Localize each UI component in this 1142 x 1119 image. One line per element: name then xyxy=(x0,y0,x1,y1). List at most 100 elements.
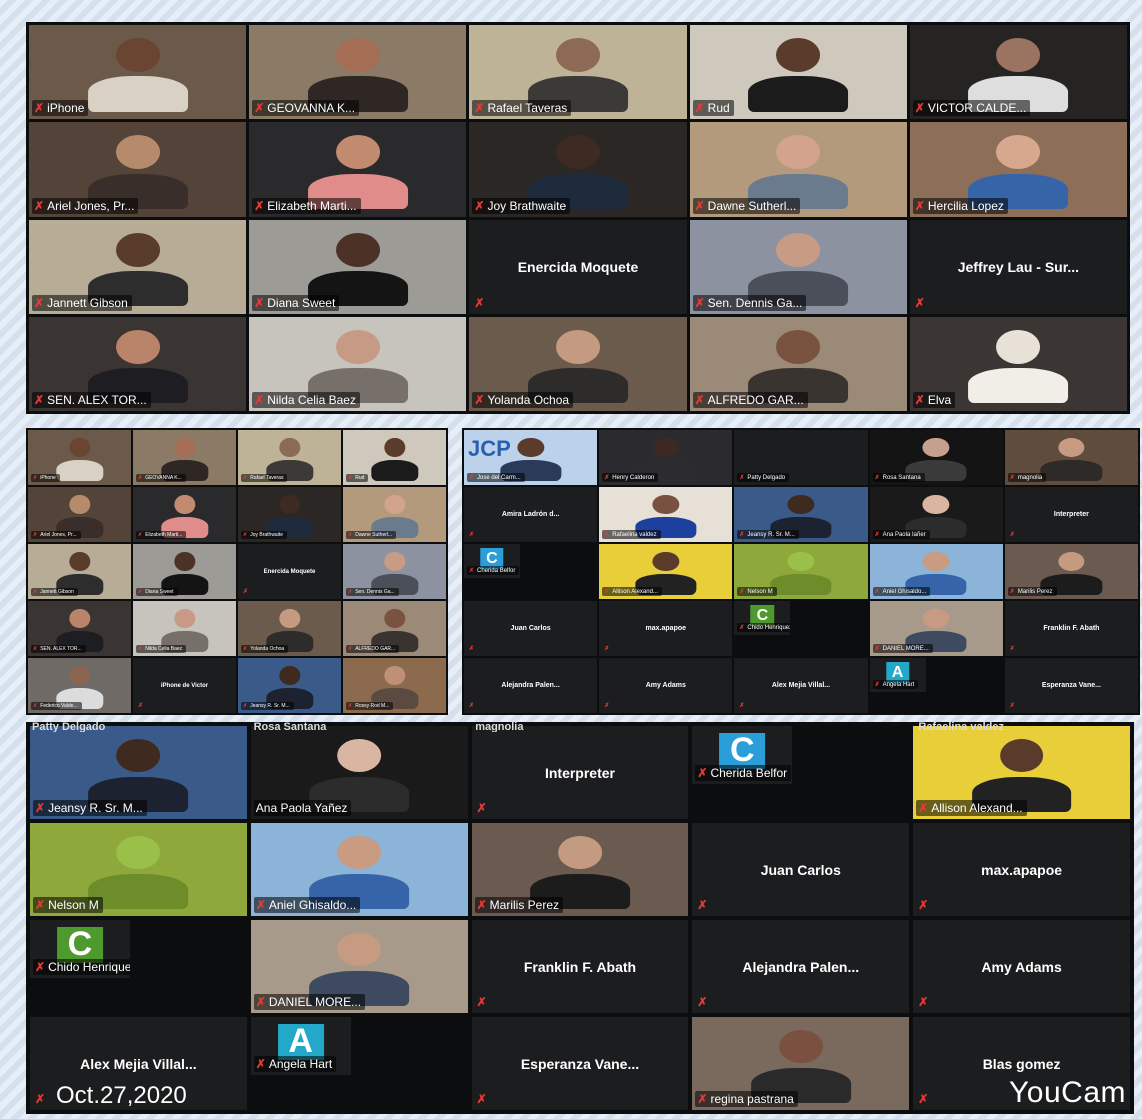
participant-tile-joy-brathwaite[interactable]: ✗ Joy Brathwaite xyxy=(469,122,687,217)
participant-tile-magnolia[interactable]: ✗ magnolia xyxy=(1004,430,1138,485)
avatar-letter: C xyxy=(719,731,766,769)
participant-tile-amira-ladr-n-d[interactable]: Amira Ladrón d... ✗ xyxy=(464,487,598,542)
participant-tile-sen-alex-tor[interactable]: ✗ SEN. ALEX TOR... xyxy=(28,601,131,656)
participant-tile-patty-delgado[interactable]: ✗ Patty Delgado xyxy=(734,430,868,485)
participant-tile-dawne-sutherl[interactable]: ✗ Dawne Sutherl... xyxy=(343,487,446,542)
participant-tile-diana-sweet[interactable]: ✗ Diana Sweet xyxy=(133,544,236,599)
participant-tile-enercida-moquete[interactable]: Enercida Moquete ✗ xyxy=(469,219,687,314)
participant-tile-iphone[interactable]: ✗ iPhone xyxy=(28,430,131,485)
participant-tile-chido-henriquez[interactable]: C ✗ Chido Henriquez xyxy=(30,920,130,978)
participant-tile-sen-alex-tor[interactable]: ✗ SEN. ALEX TOR... xyxy=(29,316,247,411)
participant-tile-iphone-de-victor[interactable]: iPhone de Victor ✗ xyxy=(133,658,236,713)
participant-tile-iphone[interactable]: ✗ iPhone xyxy=(29,25,247,120)
participant-name: Yolanda Ochoa xyxy=(250,646,285,652)
participant-tile-joy-brathwaite[interactable]: ✗ Joy Brathwaite xyxy=(238,487,341,542)
participant-tile-chido-henriquez[interactable]: C ✗ Chido Henriquez xyxy=(734,601,791,636)
participant-tile-henry-calderon[interactable]: ✗ Henry Calderon xyxy=(599,430,733,485)
participant-tile-cherida-belfor[interactable]: C ✗ Cherida Belfor xyxy=(464,544,520,579)
participant-tile-nilda-celia-baez[interactable]: ✗ Nilda Celia Baez xyxy=(249,316,467,411)
participant-name-label: ✗ SEN. ALEX TOR... xyxy=(31,645,86,653)
participant-tile-geovanna-k[interactable]: ✗ GEOVANNA K... xyxy=(249,25,467,120)
participant-name: Marilis Perez xyxy=(489,898,560,912)
participant-tile-aniel-ghisaldo[interactable]: ✗ Aniel Ghisaldo... xyxy=(869,544,1003,599)
participant-tile-aniel-ghisaldo[interactable]: ✗ Aniel Ghisaldo... xyxy=(250,823,468,916)
participant-tile-elva[interactable]: ✗ Elva xyxy=(909,316,1127,411)
participant-tile-jeansy-r-sr-m[interactable]: ✗ Jeansy R. Sr. M... xyxy=(734,487,868,542)
participant-tile-esperanza-vane[interactable]: Esperanza Vane... ✗ xyxy=(471,1017,689,1110)
participant-tile-yolanda-ochoa[interactable]: ✗ Yolanda Ochoa xyxy=(238,601,341,656)
participant-tile-hercilia-lopez[interactable]: ✗ Hercilia Lopez xyxy=(909,122,1127,217)
participant-name: Rafael Taveras xyxy=(250,475,284,481)
participant-tile-sen-dennis-ga[interactable]: ✗ Sen. Dennis Ga... xyxy=(689,219,907,314)
participant-tile-nelson-m[interactable]: ✗ Nelson M xyxy=(30,823,247,916)
participant-tile-yolanda-ochoa[interactable]: ✗ Yolanda Ochoa xyxy=(469,316,687,411)
participant-name-label: ✗ iPhone xyxy=(31,474,60,482)
participant-tile-dawne-sutherl[interactable]: ✗ Dawne Sutherl... xyxy=(689,122,907,217)
participant-tile-angela-hart[interactable]: A ✗ Angela Hart xyxy=(250,1017,351,1075)
participant-tile-rafael-taveras[interactable]: ✗ Rafael Taveras xyxy=(469,25,687,120)
participant-tile-alfredo-gar[interactable]: ✗ ALFREDO GAR... xyxy=(343,601,446,656)
participant-tile-juan-carlos[interactable]: Juan Carlos ✗ xyxy=(464,601,598,656)
participant-tile-victor-calde[interactable]: ✗ VICTOR CALDE... xyxy=(909,25,1127,120)
participant-tile-allison-alexand[interactable]: ✗ Allison Alexand... xyxy=(913,726,1130,819)
participant-tile-jose-del-carm[interactable]: JCP ✗ Jose del Carm... xyxy=(464,430,598,485)
participant-tile-jannett-gibson[interactable]: ✗ Jannett Gibson xyxy=(28,544,131,599)
participant-name-label: ✗ Cherida Belfor xyxy=(467,566,520,576)
participant-tile-ana-paola-ia-er[interactable]: ✗ Ana Paola Iañer xyxy=(869,487,1003,542)
participant-tile-cherida-belfor[interactable]: C ✗ Cherida Belfor xyxy=(692,726,793,784)
participant-tile-rud[interactable]: ✗ Rud xyxy=(689,25,907,120)
participant-tile-geovanna-k[interactable]: ✗ GEOVANNA K... xyxy=(133,430,236,485)
muted-mic-icon: ✗ xyxy=(34,198,45,213)
participant-tile-rafaelina-valdez[interactable]: ✗ Rafaelina valdez xyxy=(599,487,733,542)
participant-tile-regina-pastrana[interactable]: ✗ regina pastrana xyxy=(692,1017,910,1110)
participant-tile-nelson-m[interactable]: ✗ Nelson M xyxy=(734,544,868,599)
muted-mic-icon: ✗ xyxy=(243,646,248,652)
participant-tile-federico-valde[interactable]: ✗ Federico Valde... xyxy=(28,658,131,713)
participant-tile-jannett-gibson[interactable]: ✗ Jannett Gibson xyxy=(29,219,247,314)
participant-tile-marilis-perez[interactable]: ✗ Marilis Perez xyxy=(1004,544,1138,599)
participant-tile-nilda-celia-baez[interactable]: ✗ Nilda Celia Baez xyxy=(133,601,236,656)
top-label: Rafaelina valdez xyxy=(918,722,1004,732)
participant-tile-franklin-f-abath[interactable]: Franklin F. Abath ✗ xyxy=(1004,601,1138,656)
participant-name: GEOVANNA K... xyxy=(267,101,356,116)
participant-tile-rafael-taveras[interactable]: ✗ Rafael Taveras xyxy=(238,430,341,485)
participant-tile-amy-adams[interactable]: Amy Adams ✗ xyxy=(599,658,733,713)
participant-tile-rosa-santana[interactable]: ✗ Rosa Santana xyxy=(869,430,1003,485)
participant-tile-daniel-more[interactable]: ✗ DANIEL MORE... xyxy=(869,601,1003,656)
participant-tile-interpreter[interactable]: Interpreter ✗ xyxy=(1004,487,1138,542)
muted-mic-icon: ✗ xyxy=(138,532,143,538)
participant-tile-allison-alexand[interactable]: ✗ Allison Alexand... xyxy=(599,544,733,599)
muted-mic-icon: ✗ xyxy=(243,703,248,709)
senado-logo: JCP xyxy=(468,435,511,461)
participant-tile-diana-sweet[interactable]: ✗ Diana Sweet xyxy=(249,219,467,314)
participant-tile-ariel-jones-pr[interactable]: ✗ Ariel Jones, Pr... xyxy=(28,487,131,542)
participant-tile-jeffrey-lau-sur[interactable]: Jeffrey Lau - Sur... ✗ xyxy=(909,219,1127,314)
participant-tile-max-apapoe[interactable]: max.apapoe ✗ xyxy=(913,823,1130,916)
participant-tile-angela-hart[interactable]: A ✗ Angela Hart xyxy=(869,658,926,693)
participant-tile-juan-carlos[interactable]: Juan Carlos ✗ xyxy=(692,823,910,916)
participant-tile-ana-paola-ya-ez[interactable]: Ana Paola Yañez xyxy=(250,726,468,819)
participant-tile-amy-adams[interactable]: Amy Adams ✗ xyxy=(913,920,1130,1013)
participant-tile-jeansy-r-sr-m[interactable]: ✗ Jeansy R. Sr. M... xyxy=(30,726,247,819)
participant-tile-max-apapoe[interactable]: max.apapoe ✗ xyxy=(599,601,733,656)
participant-tile-jeansy-r-sr-m[interactable]: ✗ Jeansy R. Sr. M... xyxy=(238,658,341,713)
participant-tile-franklin-f-abath[interactable]: Franklin F. Abath ✗ xyxy=(471,920,689,1013)
participant-tile-interpreter[interactable]: Interpreter ✗ xyxy=(471,726,689,819)
participant-name-label: ✗ Nilda Celia Baez xyxy=(252,392,360,408)
participant-tile-esperanza-vane[interactable]: Esperanza Vane... ✗ xyxy=(1004,658,1138,713)
participant-tile-marilis-perez[interactable]: ✗ Marilis Perez xyxy=(471,823,689,916)
participant-tile-elizabeth-marti[interactable]: ✗ Elizabeth Marti... xyxy=(249,122,467,217)
participant-tile-rossy-rod-m[interactable]: ✗ Rossy Rod M... xyxy=(343,658,446,713)
participant-tile-alejandra-palen[interactable]: Alejandra Palen... ✗ xyxy=(692,920,910,1013)
participant-tile-ariel-jones-pr[interactable]: ✗ Ariel Jones, Pr... xyxy=(29,122,247,217)
participant-tile-daniel-more[interactable]: ✗ DANIEL MORE... xyxy=(250,920,468,1013)
participant-tile-sen-dennis-ga[interactable]: ✗ Sen. Dennis Ga... xyxy=(343,544,446,599)
participant-tile-enercida-moquete[interactable]: Enercida Moquete ✗ xyxy=(238,544,341,599)
participant-tile-elizabeth-marti[interactable]: ✗ Elizabeth Marti... xyxy=(133,487,236,542)
participant-tile-alfredo-gar[interactable]: ✗ ALFREDO GAR... xyxy=(689,316,907,411)
participant-tile-alejandra-palen[interactable]: Alejandra Palen... ✗ xyxy=(464,658,598,713)
participant-tile-alex-mejia-villal[interactable]: Alex Mejia Villal... ✗ xyxy=(734,658,868,713)
participant-name-label: ✗ SEN. ALEX TOR... xyxy=(32,392,151,408)
muted-mic-icon: ✗ xyxy=(914,101,925,116)
participant-tile-rud[interactable]: ✗ Rud xyxy=(343,430,446,485)
